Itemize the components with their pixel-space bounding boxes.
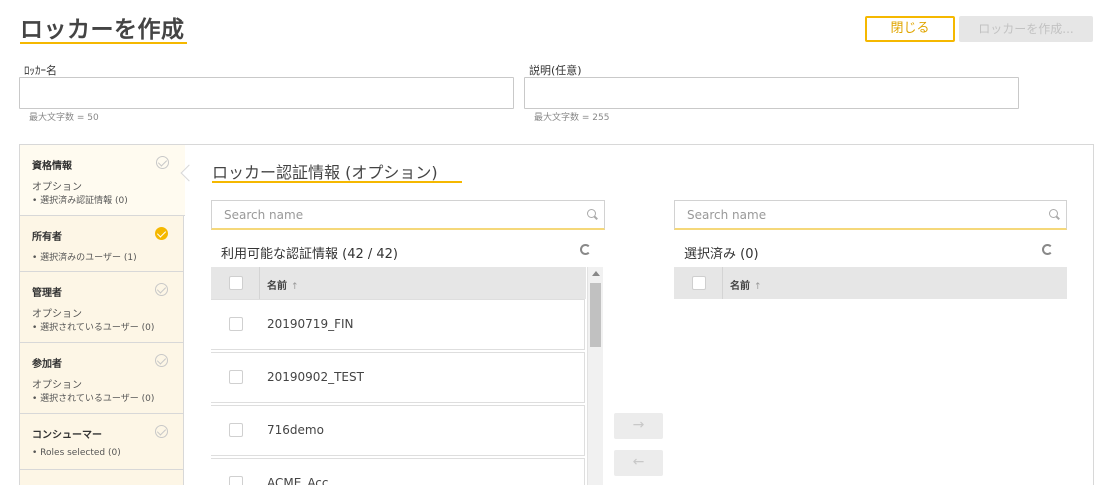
section-title: ロッカー認証情報 (オプション) xyxy=(212,163,438,182)
wizard-panel: 資格情報 オプション • 選択済み認証情報 (0) 所有者 • 選択済みのユーザ… xyxy=(19,144,1094,485)
search-placeholder: Search name xyxy=(687,208,767,222)
sidebar-item-title: 資格情報 xyxy=(32,161,72,172)
sidebar-item-detail: • 選択されているユーザー (0) xyxy=(32,323,155,333)
select-all-checkbox[interactable] xyxy=(692,276,706,290)
page-title: ロッカーを作成 xyxy=(20,17,185,43)
sidebar-item-consumers[interactable]: コンシューマー • Roles selected (0) xyxy=(20,414,184,470)
check-circle-icon xyxy=(155,354,168,367)
sidebar-item-title: 参加者 xyxy=(32,359,62,370)
check-circle-icon xyxy=(156,156,169,169)
move-right-button[interactable]: → xyxy=(614,413,663,439)
locker-name-label: ﾛｯｶｰ名 xyxy=(24,64,57,77)
create-locker-button[interactable]: ロッカーを作成... xyxy=(959,16,1093,42)
sidebar-item-detail: • 選択済み認証情報 (0) xyxy=(32,196,128,206)
sidebar-item-managers[interactable]: 管理者 オプション • 選択されているユーザー (0) xyxy=(20,272,184,343)
section-underline xyxy=(212,181,462,183)
refresh-icon[interactable] xyxy=(580,244,591,255)
selected-table-header: 名前 ↑ xyxy=(674,267,1067,299)
credential-name: 20190719_FIN xyxy=(267,317,354,331)
credential-name: 716demo xyxy=(267,423,324,437)
scroll-thumb[interactable] xyxy=(590,283,601,347)
sidebar-item-detail: • 選択されているユーザー (0) xyxy=(32,394,155,404)
locker-name-input[interactable] xyxy=(19,77,514,109)
select-all-checkbox[interactable] xyxy=(229,276,243,290)
sidebar-item-credentials[interactable]: 資格情報 オプション • 選択済み認証情報 (0) xyxy=(20,145,185,216)
check-circle-filled-icon xyxy=(155,227,168,240)
sidebar-item-title: 管理者 xyxy=(32,288,62,299)
list-item[interactable]: 716demo xyxy=(211,405,585,456)
sidebar-item-detail: • Roles selected (0) xyxy=(32,448,121,458)
credential-name: 20190902_TEST xyxy=(267,370,364,384)
available-list-scrollbar[interactable] xyxy=(587,267,603,485)
description-label: 説明(任意) xyxy=(529,64,582,77)
selected-search-input[interactable]: Search name xyxy=(674,200,1067,230)
search-icon[interactable] xyxy=(587,209,596,218)
refresh-icon[interactable] xyxy=(1042,244,1053,255)
search-icon[interactable] xyxy=(1049,209,1058,218)
sort-arrow-icon: ↑ xyxy=(754,282,762,292)
available-list-header: 利用可能な認証情報 (42 / 42) xyxy=(221,247,399,262)
sidebar-item-subtitle: オプション xyxy=(32,182,82,193)
available-list: 20190719_FIN 20190902_TEST 716demo ACME_… xyxy=(211,299,586,485)
selected-list-header: 選択済み (0) xyxy=(684,247,759,262)
scroll-up-arrow-icon[interactable] xyxy=(592,271,600,276)
list-item[interactable]: 20190902_TEST xyxy=(211,352,585,403)
available-table-header: 名前 ↑ xyxy=(211,267,586,299)
credential-name: ACME_Acc xyxy=(267,476,329,485)
locker-name-hint: 最大文字数 = 50 xyxy=(29,113,99,123)
column-header-name[interactable]: 名前 ↑ xyxy=(267,277,299,292)
column-name-label: 名前 xyxy=(730,281,750,292)
sidebar-item-subtitle: オプション xyxy=(32,309,82,320)
sidebar-item-detail: • 選択済みのユーザー (1) xyxy=(32,253,137,263)
sidebar-item-title: 所有者 xyxy=(32,232,62,243)
available-search-input[interactable]: Search name xyxy=(211,200,605,230)
wizard-sidebar: 資格情報 オプション • 選択済み認証情報 (0) 所有者 • 選択済みのユーザ… xyxy=(20,145,185,485)
sidebar-item-subtitle: オプション xyxy=(32,380,82,391)
row-checkbox[interactable] xyxy=(229,317,243,331)
column-divider xyxy=(722,267,723,299)
sidebar-item-participants[interactable]: 参加者 オプション • 選択されているユーザー (0) xyxy=(20,343,184,414)
sidebar-item-title: コンシューマー xyxy=(32,430,102,441)
column-header-name[interactable]: 名前 ↑ xyxy=(730,277,762,292)
description-input[interactable] xyxy=(524,77,1019,109)
column-name-label: 名前 xyxy=(267,281,287,292)
search-placeholder: Search name xyxy=(224,208,304,222)
move-left-button[interactable]: ← xyxy=(614,450,663,476)
row-checkbox[interactable] xyxy=(229,423,243,437)
description-hint: 最大文字数 = 255 xyxy=(534,113,610,123)
check-circle-icon xyxy=(155,425,168,438)
list-item[interactable]: ACME_Acc xyxy=(211,458,585,485)
title-underline xyxy=(20,42,187,44)
row-checkbox[interactable] xyxy=(229,370,243,384)
list-item[interactable]: 20190719_FIN xyxy=(211,299,585,350)
column-divider xyxy=(259,267,260,299)
sidebar-item-owners[interactable]: 所有者 • 選択済みのユーザー (1) xyxy=(20,216,184,272)
check-circle-icon xyxy=(155,283,168,296)
row-checkbox[interactable] xyxy=(229,476,243,485)
close-button[interactable]: 閉じる xyxy=(865,16,955,42)
sort-arrow-icon: ↑ xyxy=(291,282,299,292)
